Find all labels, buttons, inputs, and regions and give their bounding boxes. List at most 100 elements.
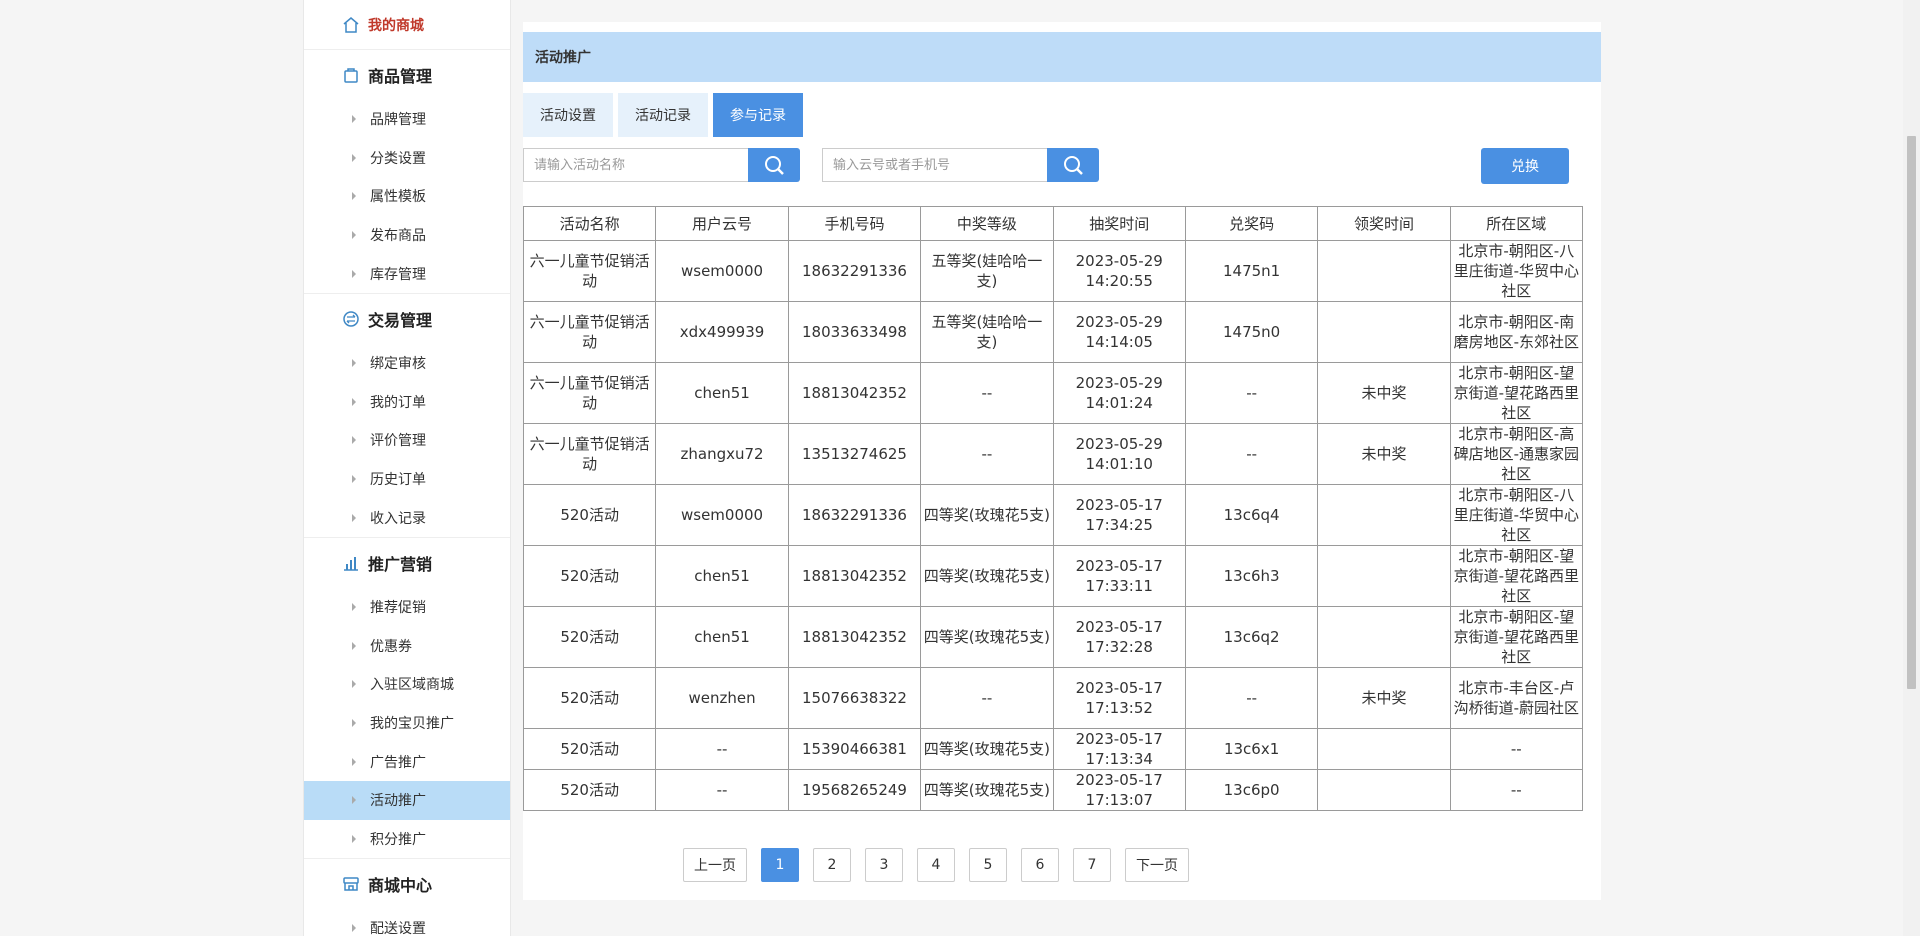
cell-redeem-code: 13c6p0 xyxy=(1184,769,1319,811)
tab-activity-records[interactable]: 活动记录 xyxy=(618,93,708,137)
chart-icon xyxy=(344,556,358,571)
cell-activity-name: 520活动 xyxy=(522,484,657,546)
bag-icon xyxy=(344,68,358,83)
col-prize-level: 中奖等级 xyxy=(920,206,1054,241)
table-row: 520活动 -- 15390466381 四等奖(玫瑰花5支) 2023-05-17 1… xyxy=(522,728,1584,770)
cell-activity-name: 六一儿童节促销活动 xyxy=(522,240,657,302)
cell-activity-name: 六一儿童节促销活动 xyxy=(522,423,657,485)
sidebar-item-label: 配送设置 xyxy=(370,921,426,936)
cell-user-id: -- xyxy=(655,728,789,770)
table-row: 520活动 chen51 18813042352 四等奖(玫瑰花5支) 2023-05-… xyxy=(522,606,1584,668)
sidebar-item-recommend[interactable]: 推荐促销 xyxy=(304,588,510,627)
sidebar-item-coupon[interactable]: 优惠券 xyxy=(304,627,510,666)
cell-user-id: chen51 xyxy=(655,545,789,607)
activity-name-input[interactable] xyxy=(523,148,748,182)
cell-activity-name: 520活动 xyxy=(522,769,657,811)
page-6-button[interactable]: 6 xyxy=(1021,848,1059,882)
sidebar-group-title: 商城中心 xyxy=(368,876,433,896)
search-icon xyxy=(765,156,784,175)
cell-phone: 19568265249 xyxy=(787,769,922,811)
caret-right-icon xyxy=(352,115,356,124)
page-2-button[interactable]: 2 xyxy=(813,848,851,882)
sidebar-item-delivery[interactable]: 配送设置 xyxy=(304,909,510,936)
cell-prize-level: 四等奖(玫瑰花5支) xyxy=(920,769,1054,811)
sidebar-item-my-promo[interactable]: 我的宝贝推广 xyxy=(304,704,510,743)
caret-right-icon xyxy=(352,924,356,933)
cell-prize-level: -- xyxy=(920,362,1054,424)
sidebar-group-header[interactable]: 交易管理 xyxy=(304,294,510,344)
cell-draw-time: 2023-05-17 17:13:07 xyxy=(1052,769,1186,811)
sidebar-item-stock[interactable]: 库存管理 xyxy=(304,254,510,293)
cell-activity-name: 520活动 xyxy=(522,606,657,668)
sidebar-item-label: 优惠券 xyxy=(370,638,412,655)
caret-right-icon xyxy=(352,436,356,445)
cell-draw-time: 2023-05-17 17:34:25 xyxy=(1052,484,1186,546)
cell-prize-level: 四等奖(玫瑰花5支) xyxy=(920,484,1054,546)
sidebar-item-income[interactable]: 收入记录 xyxy=(304,498,510,537)
prev-page-button[interactable]: 上一页 xyxy=(683,848,747,882)
table-row: 六一儿童节促销活动 chen51 18813042352 -- 2023-05-29 1… xyxy=(522,362,1584,424)
page-3-button[interactable]: 3 xyxy=(865,848,903,882)
sidebar-item-brand[interactable]: 品牌管理 xyxy=(304,100,510,139)
sidebar-item-activity-promo[interactable]: 活动推广 xyxy=(304,780,510,820)
sidebar-item-attr-template[interactable]: 属性模板 xyxy=(304,177,510,216)
cell-draw-time: 2023-05-17 17:32:28 xyxy=(1052,606,1186,668)
sidebar-item-publish[interactable]: 发布商品 xyxy=(304,216,510,255)
sidebar-item-label: 收入记录 xyxy=(370,510,426,527)
sidebar-item-label: 广告推广 xyxy=(370,754,426,771)
sidebar-item-ad-promo[interactable]: 广告推广 xyxy=(304,742,510,781)
sidebar-group-trade: 交易管理 绑定审核 我的订单 评价管理 历史订单 收入记录 xyxy=(304,294,510,538)
cell-region: 北京市-朝阳区-高碑店地区-通惠家园社区 xyxy=(1449,423,1584,485)
next-page-button[interactable]: 下一页 xyxy=(1125,848,1189,882)
cell-region: 北京市-朝阳区-望京街道-望花路西里社区 xyxy=(1449,606,1584,668)
cell-region: 北京市-朝阳区-八里庄街道-华贸中心社区 xyxy=(1449,240,1584,302)
sidebar-item-region-mall[interactable]: 入驻区域商城 xyxy=(304,665,510,704)
cell-claim-time: 未中奖 xyxy=(1317,362,1451,424)
exchange-button[interactable]: 兑换 xyxy=(1481,148,1569,184)
sidebar-my-mall[interactable]: 我的商城 xyxy=(304,0,510,50)
sidebar-group-header[interactable]: 商城中心 xyxy=(304,859,510,909)
cell-redeem-code: 1475n0 xyxy=(1184,301,1319,363)
cell-activity-name: 520活动 xyxy=(522,545,657,607)
cell-phone: 18632291336 xyxy=(787,484,922,546)
sidebar-group-header[interactable]: 推广营销 xyxy=(304,538,510,588)
cell-user-id: chen51 xyxy=(655,606,789,668)
activity-search xyxy=(523,148,800,182)
sidebar-item-label: 评价管理 xyxy=(370,433,426,450)
sidebar-group-header[interactable]: 商品管理 xyxy=(304,50,510,100)
user-search-button[interactable] xyxy=(1047,148,1099,182)
cell-user-id: wsem0000 xyxy=(655,484,789,546)
caret-right-icon xyxy=(352,397,356,406)
tab-activity-settings[interactable]: 活动设置 xyxy=(523,93,613,137)
sidebar-item-label: 属性模板 xyxy=(370,189,426,206)
caret-right-icon xyxy=(352,231,356,240)
sidebar-item-points-promo[interactable]: 积分推广 xyxy=(304,820,510,859)
caret-right-icon xyxy=(352,796,356,805)
sidebar-item-label: 品牌管理 xyxy=(370,112,426,129)
tab-participation-records[interactable]: 参与记录 xyxy=(713,93,803,137)
cell-claim-time: 未中奖 xyxy=(1317,423,1451,485)
sidebar-item-reviews[interactable]: 评价管理 xyxy=(304,421,510,460)
scrollbar-thumb[interactable] xyxy=(1907,136,1916,689)
page-7-button[interactable]: 7 xyxy=(1073,848,1111,882)
sidebar-item-my-orders[interactable]: 我的订单 xyxy=(304,383,510,422)
page-4-button[interactable]: 4 xyxy=(917,848,955,882)
activity-search-button[interactable] xyxy=(748,148,800,182)
cell-region: 北京市-丰台区-卢沟桥街道-蔚园社区 xyxy=(1449,667,1584,729)
page-1-button[interactable]: 1 xyxy=(761,848,799,882)
page-5-button[interactable]: 5 xyxy=(969,848,1007,882)
sidebar-group-mall-center: 商城中心 配送设置 xyxy=(304,859,510,936)
sidebar-item-history-orders[interactable]: 历史订单 xyxy=(304,460,510,499)
sidebar-group-goods: 商品管理 品牌管理 分类设置 属性模板 发布商品 库存管理 xyxy=(304,50,510,294)
cell-region: -- xyxy=(1449,728,1584,770)
cell-prize-level: 四等奖(玫瑰花5支) xyxy=(920,545,1054,607)
page-scrollbar[interactable] xyxy=(1903,0,1920,936)
sidebar-item-binding-review[interactable]: 绑定审核 xyxy=(304,344,510,383)
cell-redeem-code: 1475n1 xyxy=(1184,240,1319,302)
cell-user-id: zhangxu72 xyxy=(655,423,789,485)
cell-prize-level: 四等奖(玫瑰花5支) xyxy=(920,728,1054,770)
user-phone-input[interactable] xyxy=(822,148,1047,182)
sidebar-item-category[interactable]: 分类设置 xyxy=(304,139,510,178)
sidebar-item-label: 绑定审核 xyxy=(370,356,426,373)
caret-right-icon xyxy=(352,719,356,728)
